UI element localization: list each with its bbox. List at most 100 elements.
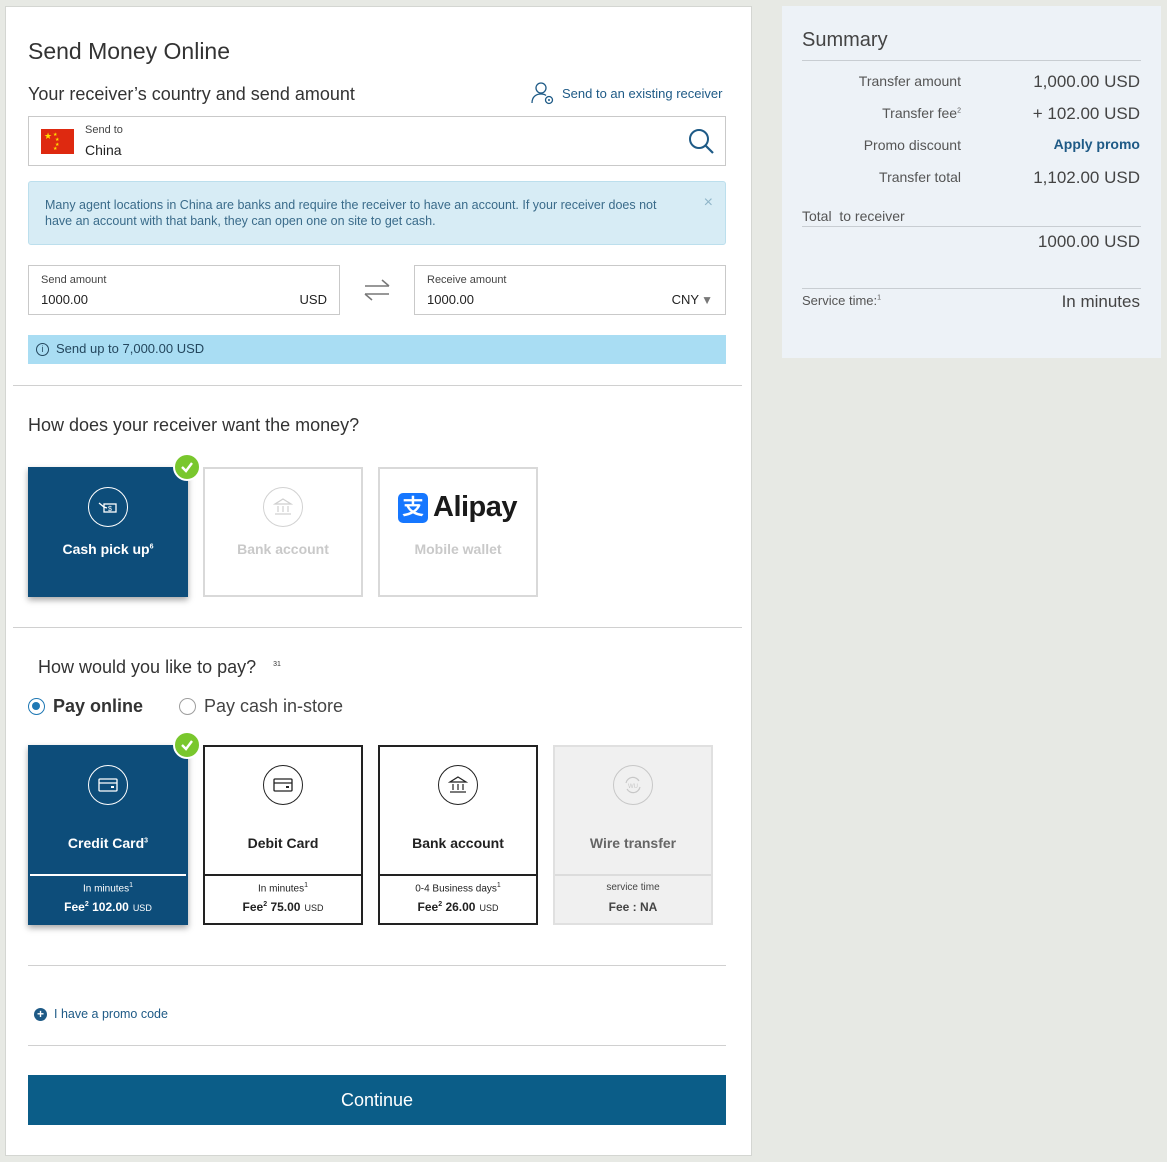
bank-icon bbox=[438, 765, 478, 805]
existing-receiver-link[interactable]: Send to an existing receiver bbox=[530, 80, 722, 106]
cash-pickup-label: Cash pick up6 bbox=[62, 541, 154, 557]
bank-icon bbox=[263, 487, 303, 527]
wire-transfer-option[interactable]: WU Wire transfer service time Fee : NA bbox=[553, 745, 713, 925]
wire-transfer-icon: WU bbox=[613, 765, 653, 805]
pay-online-radio[interactable]: Pay online bbox=[28, 696, 143, 717]
section-divider bbox=[28, 965, 726, 966]
alipay-logo: 支 Alipay bbox=[398, 491, 518, 524]
send-amount-field[interactable]: Send amount 1000.00 USD bbox=[28, 265, 340, 315]
bank-account-pay-speed: 0-4 Business days1 bbox=[415, 882, 501, 895]
credit-card-option[interactable]: Credit Card3 In minutes1 Fee2 102.00 USD bbox=[28, 745, 188, 925]
mobile-wallet-option[interactable]: 支 Alipay Mobile wallet bbox=[378, 467, 538, 597]
promo-discount-label: Promo discount bbox=[863, 137, 961, 153]
receive-amount-field[interactable]: Receive amount 1000.00 CNY ▼ bbox=[414, 265, 726, 315]
chevron-down-icon: ▼ bbox=[701, 293, 713, 307]
summary-divider bbox=[802, 288, 1141, 289]
china-flag-icon: ★ ★ ★ ★ ★ bbox=[41, 129, 74, 154]
alipay-wordmark: Alipay bbox=[433, 491, 518, 523]
bank-account-pay-label: Bank account bbox=[412, 835, 504, 851]
bank-account-pay-details: 0-4 Business days1 Fee2 26.00 USD bbox=[380, 874, 536, 923]
alipay-mark-icon: 支 bbox=[398, 492, 428, 523]
receive-amount-value[interactable]: 1000.00 bbox=[427, 292, 474, 307]
summary-divider bbox=[802, 60, 1141, 61]
send-money-form: Send Money Online Your receiver’s countr… bbox=[5, 6, 752, 1156]
credit-card-label: Credit Card3 bbox=[67, 835, 149, 851]
credit-card-details: In minutes1 Fee2 102.00 USD bbox=[30, 874, 186, 923]
cash-pickup-option[interactable]: $ Cash pick up6 bbox=[28, 467, 188, 597]
user-settings-icon bbox=[531, 82, 554, 105]
receive-method-title: How does your receiver want the money? bbox=[28, 415, 360, 435]
existing-receiver-label: Send to an existing receiver bbox=[562, 85, 723, 101]
receiver-section-title: Your receiver’s country and send amount bbox=[28, 84, 355, 104]
debit-card-fee: Fee2 75.00 USD bbox=[242, 900, 324, 914]
debit-card-icon bbox=[263, 765, 303, 805]
mobile-wallet-label: Mobile wallet bbox=[414, 541, 502, 557]
transfer-fee-label: Transfer fee2 bbox=[882, 105, 961, 121]
debit-card-label: Debit Card bbox=[247, 835, 319, 851]
section-divider bbox=[13, 627, 742, 628]
pay-cash-label: Pay cash in-store bbox=[204, 696, 344, 716]
bank-account-pay-fee: Fee2 26.00 USD bbox=[417, 900, 499, 914]
send-amount-label: Send amount bbox=[41, 274, 107, 286]
summary-divider bbox=[802, 226, 1141, 227]
bank-account-option[interactable]: Bank account bbox=[203, 467, 363, 597]
wire-transfer-details: service time Fee : NA bbox=[555, 874, 711, 923]
service-time-value: In minutes bbox=[1061, 292, 1140, 311]
credit-card-icon bbox=[88, 765, 128, 805]
send-to-label: Send to bbox=[85, 124, 123, 136]
info-banner-text: Many agent locations in China are banks … bbox=[45, 198, 657, 228]
receiver-total-value: 1000.00 USD bbox=[1037, 232, 1140, 251]
section-divider bbox=[13, 385, 742, 386]
transfer-amount-label: Transfer amount bbox=[858, 73, 961, 89]
service-time-label: Service time:1 bbox=[802, 293, 882, 308]
country-selector[interactable]: ★ ★ ★ ★ ★ Send to China bbox=[28, 116, 726, 166]
send-limit-banner: i Send up to 7,000.00 USD bbox=[28, 335, 726, 364]
pay-cash-radio[interactable]: Pay cash in-store bbox=[179, 696, 343, 717]
pay-online-label: Pay online bbox=[53, 696, 144, 716]
receive-currency: CNY bbox=[671, 292, 700, 307]
receive-amount-label: Receive amount bbox=[427, 274, 507, 286]
info-icon: i bbox=[36, 343, 49, 356]
transfer-amount-value: 1,000.00 USD bbox=[1033, 72, 1140, 91]
transfer-total-label: Transfer total bbox=[879, 169, 961, 185]
selected-check-icon bbox=[173, 453, 201, 481]
transfer-fee-value: + 102.00 USD bbox=[1032, 104, 1140, 123]
plus-circle-icon: + bbox=[34, 1007, 47, 1021]
radio-unselected-icon[interactable] bbox=[179, 698, 196, 715]
credit-card-fee: Fee2 102.00 USD bbox=[64, 900, 152, 914]
apply-promo-link[interactable]: Apply promo bbox=[1054, 136, 1140, 152]
receive-currency-dropdown[interactable]: CNY ▼ bbox=[672, 292, 713, 307]
summary-title: Summary bbox=[802, 29, 888, 51]
receiver-total-label: Total to receiver bbox=[802, 208, 905, 224]
promo-code-link[interactable]: + I have a promo code bbox=[34, 1007, 168, 1021]
country-value: China bbox=[85, 142, 122, 158]
svg-text:WU: WU bbox=[628, 784, 638, 790]
close-icon[interactable]: × bbox=[704, 195, 713, 211]
send-amount-value[interactable]: 1000.00 bbox=[41, 292, 88, 307]
wire-transfer-fee: Fee : NA bbox=[608, 900, 658, 914]
page-title: Send Money Online bbox=[28, 38, 231, 64]
promo-code-label: I have a promo code bbox=[54, 1007, 168, 1021]
summary-panel: Summary Transfer amount 1,000.00 USD Tra… bbox=[782, 6, 1161, 358]
svg-text:$: $ bbox=[108, 506, 112, 513]
transfer-total-value: 1,102.00 USD bbox=[1033, 168, 1140, 187]
debit-card-option[interactable]: Debit Card In minutes1 Fee2 75.00 USD bbox=[203, 745, 363, 925]
wire-transfer-label: Wire transfer bbox=[589, 835, 677, 851]
bank-account-pay-option[interactable]: Bank account 0-4 Business days1 Fee2 26.… bbox=[378, 745, 538, 925]
wire-transfer-speed: service time bbox=[606, 882, 660, 893]
section-divider bbox=[28, 1045, 726, 1046]
bank-account-label: Bank account bbox=[237, 541, 329, 557]
selected-check-icon bbox=[173, 731, 201, 759]
search-icon[interactable] bbox=[688, 128, 715, 155]
send-limit-text: Send up to 7,000.00 USD bbox=[56, 341, 205, 356]
cash-hand-icon: $ bbox=[88, 487, 128, 527]
continue-button[interactable]: Continue bbox=[28, 1075, 726, 1125]
swap-arrows-icon[interactable] bbox=[362, 277, 392, 303]
china-info-banner: Many agent locations in China are banks … bbox=[28, 181, 726, 245]
debit-card-speed: In minutes1 bbox=[257, 882, 309, 895]
radio-selected-icon[interactable] bbox=[28, 698, 45, 715]
debit-card-details: In minutes1 Fee2 75.00 USD bbox=[205, 874, 361, 923]
send-currency: USD bbox=[299, 292, 327, 307]
credit-card-speed: In minutes1 bbox=[82, 882, 134, 895]
pay-method-title: How would you like to pay? 31 bbox=[38, 657, 281, 677]
